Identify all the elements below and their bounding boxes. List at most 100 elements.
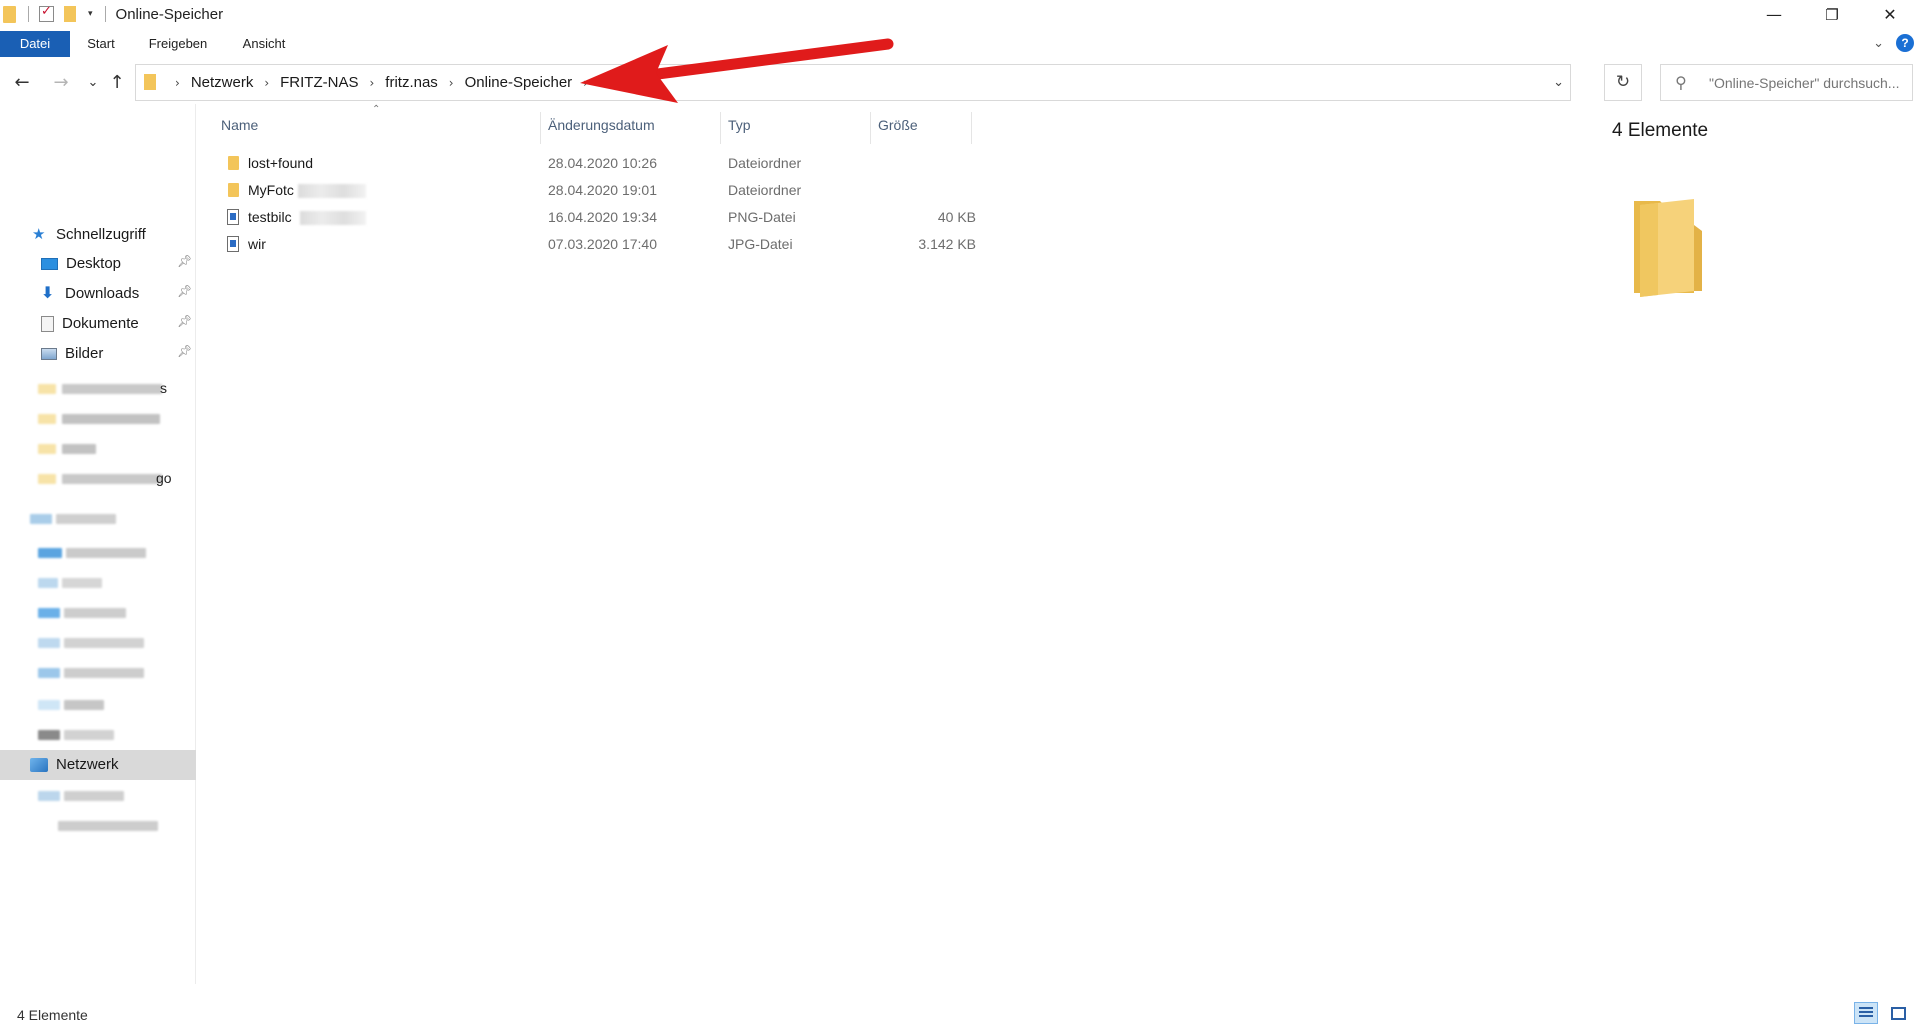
divider — [28, 6, 29, 22]
breadcrumb-fritz-nas-host[interactable]: fritz.nas — [385, 74, 438, 91]
sidebar-item-documents[interactable]: Dokumente — [41, 309, 139, 338]
pin-icon[interactable]: 📌︎ — [177, 344, 192, 358]
redacted-sidebar-item[interactable] — [38, 544, 158, 562]
pin-icon[interactable]: 📌︎ — [177, 314, 192, 328]
address-history-chevron-icon[interactable]: ⌄ — [1553, 65, 1564, 100]
redacted-sidebar-item[interactable] — [38, 634, 158, 652]
file-row[interactable]: testbilc 16.04.2020 19:34 PNG-Datei 40 K… — [218, 204, 976, 231]
column-divider[interactable] — [971, 112, 972, 144]
large-icons-view-button[interactable] — [1886, 1002, 1910, 1024]
redacted-sidebar-item[interactable] — [38, 696, 158, 714]
redacted-sidebar-item[interactable] — [38, 440, 178, 458]
quick-access-toolbar: ▾ Online-Speicher — [0, 3, 223, 25]
search-icon: ⚲ — [1675, 73, 1687, 92]
recent-locations-button[interactable]: ⌄ — [82, 70, 104, 96]
file-row[interactable]: lost+found 28.04.2020 10:26 Dateiordner — [218, 150, 974, 177]
refresh-button[interactable]: ↻ — [1604, 64, 1642, 101]
sidebar-item-downloads[interactable]: ⬇ Downloads — [41, 279, 139, 308]
breadcrumb-netzwerk[interactable]: Netzwerk — [191, 74, 254, 91]
redacted-text — [300, 211, 366, 225]
tab-freigeben[interactable]: Freigeben — [140, 31, 216, 57]
sidebar-item-label: Netzwerk — [56, 756, 119, 773]
file-type: JPG-Datei — [728, 236, 793, 252]
folder-preview-icon — [1634, 199, 1702, 297]
tab-ansicht[interactable]: Ansicht — [232, 31, 296, 57]
sidebar-item-network[interactable]: Netzwerk — [30, 750, 119, 779]
ribbon-right-controls: ⌄ ? — [1873, 34, 1914, 52]
red-arrow-annotation — [580, 38, 894, 103]
large-icons-view-icon — [1890, 1006, 1906, 1020]
minimize-button[interactable]: — — [1745, 0, 1803, 29]
sidebar-item-desktop[interactable]: Desktop — [41, 249, 121, 278]
redacted-sidebar-item[interactable] — [38, 787, 158, 805]
sidebar-item-label: Desktop — [66, 255, 122, 272]
redacted-sidebar-item[interactable] — [38, 574, 158, 592]
properties-icon[interactable] — [39, 4, 54, 22]
sidebar-item-pictures[interactable]: Bilder — [41, 339, 103, 368]
search-box[interactable]: ⚲ — [1660, 64, 1913, 101]
breadcrumb-chevron-icon[interactable]: › — [175, 76, 180, 90]
network-icon — [30, 757, 48, 772]
customize-toolbar-chevron-icon[interactable]: ▾ — [88, 9, 93, 19]
sidebar-item-label: Downloads — [65, 285, 140, 302]
pictures-icon — [41, 347, 57, 360]
folder-icon — [3, 5, 16, 23]
breadcrumb-chevron-icon[interactable]: › — [264, 76, 269, 90]
close-button[interactable]: ✕ — [1861, 0, 1919, 29]
file-name: lost+found — [248, 155, 313, 171]
redacted-sidebar-item[interactable] — [38, 604, 158, 622]
redacted-sidebar-item[interactable]: go — [38, 470, 178, 488]
back-button[interactable]: ← — [11, 70, 33, 96]
forward-button[interactable]: → — [50, 70, 72, 96]
help-icon[interactable]: ? — [1896, 34, 1914, 52]
image-file-icon — [227, 236, 239, 252]
maximize-button[interactable]: ❐ — [1803, 0, 1861, 29]
tab-start[interactable]: Start — [78, 31, 124, 57]
redacted-sidebar-item[interactable]: s — [38, 380, 178, 398]
column-divider[interactable] — [870, 112, 871, 144]
redacted-sidebar-item[interactable] — [38, 410, 178, 428]
sidebar-item-label: s — [160, 380, 167, 396]
file-row[interactable]: wir 07.03.2020 17:40 JPG-Datei 3.142 KB — [218, 231, 976, 258]
redacted-text — [298, 184, 366, 198]
column-header-type[interactable]: Typ — [728, 108, 751, 142]
expand-ribbon-chevron-icon[interactable]: ⌄ — [1873, 36, 1884, 51]
file-type: PNG-Datei — [728, 209, 796, 225]
sidebar-item-label: Dokumente — [62, 315, 139, 332]
redacted-sidebar-item[interactable] — [38, 726, 158, 744]
breadcrumb-online-speicher[interactable]: Online-Speicher — [465, 74, 573, 91]
sidebar-item-label: Bilder — [65, 345, 104, 362]
file-size: 3.142 KB — [918, 236, 976, 252]
column-header-size[interactable]: Größe — [878, 108, 918, 142]
column-header-name[interactable]: Name — [221, 108, 258, 142]
sidebar-item-quick-access[interactable]: ★ Schnellzugriff — [32, 220, 146, 249]
pin-icon[interactable]: 📌︎ — [177, 254, 192, 268]
navigation-pane: ★ Schnellzugriff Desktop 📌︎ ⬇ Downloads … — [0, 104, 196, 984]
image-file-icon — [227, 209, 239, 225]
file-type: Dateiordner — [728, 155, 802, 171]
column-divider[interactable] — [720, 112, 721, 144]
file-name: testbilc — [248, 209, 292, 225]
column-divider[interactable] — [540, 112, 541, 144]
ribbon-tabs: Datei Start Freigeben Ansicht ⌄ ? — [0, 31, 1920, 57]
redacted-sidebar-item[interactable] — [58, 817, 168, 835]
file-date: 28.04.2020 10:26 — [548, 155, 657, 171]
tab-datei[interactable]: Datei — [0, 31, 70, 57]
file-row[interactable]: MyFotc 28.04.2020 19:01 Dateiordner — [218, 177, 974, 204]
navigation-bar: ← → ⌄ ↑ › Netzwerk › FRITZ-NAS › fritz.n… — [0, 62, 1920, 104]
breadcrumb-chevron-icon[interactable]: › — [369, 76, 374, 90]
redacted-sidebar-item[interactable] — [30, 510, 130, 528]
pin-icon[interactable]: 📌︎ — [177, 284, 192, 298]
redacted-sidebar-item[interactable] — [38, 664, 158, 682]
up-button[interactable]: ↑ — [106, 70, 128, 96]
documents-icon — [41, 315, 54, 332]
details-view-button[interactable] — [1854, 1002, 1878, 1024]
column-header-date[interactable]: Änderungsdatum — [548, 108, 655, 142]
status-item-count: 4 Elemente — [17, 1007, 88, 1023]
breadcrumb-fritz-nas[interactable]: FRITZ-NAS — [280, 74, 358, 91]
search-input[interactable] — [1709, 65, 1909, 100]
sort-ascending-icon: ⌃ — [372, 104, 381, 115]
new-folder-icon[interactable] — [64, 6, 76, 22]
folder-icon — [228, 156, 239, 170]
breadcrumb-chevron-icon[interactable]: › — [449, 76, 454, 90]
